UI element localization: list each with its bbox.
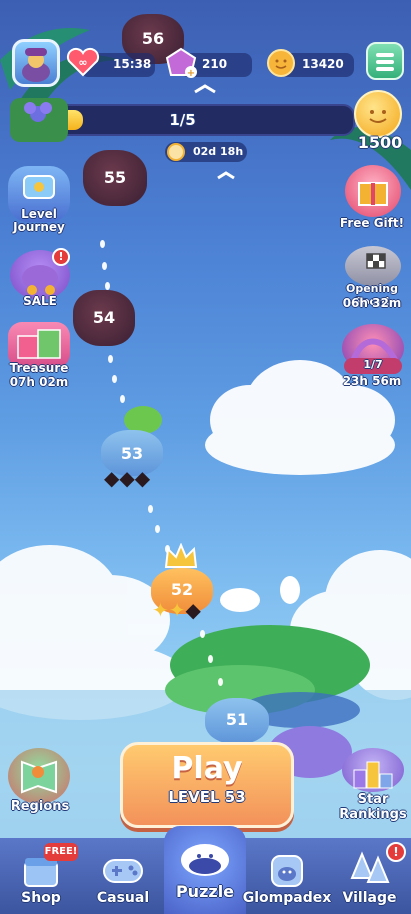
podium-icon (353, 761, 393, 789)
free-gift-label: Free Gift! (339, 216, 405, 230)
heart-infinity-icon: ∞ (66, 47, 100, 77)
menu-icon (376, 53, 394, 57)
avatar-icon (22, 48, 50, 82)
path-dot (200, 630, 205, 638)
gift-icon (358, 182, 388, 206)
regions-label: Regions (10, 799, 70, 814)
path-dot (148, 505, 153, 513)
treasure-chest-icon (23, 175, 55, 199)
path-dot (120, 395, 125, 403)
level-node-55[interactable]: 55 (83, 150, 147, 206)
sale-label: SALE (23, 294, 57, 308)
level-journey-label: Level Journey (13, 207, 65, 234)
checkered-flag-icon (366, 253, 386, 269)
path-dot (102, 262, 107, 270)
play-button[interactable]: Play LEVEL 53 (120, 742, 294, 828)
menu-button[interactable] (366, 42, 404, 80)
event-timer: 02d 18h (165, 142, 247, 162)
play-label: Play (171, 751, 243, 786)
clock-icon (167, 143, 185, 161)
path-dot (100, 240, 105, 248)
svg-text:+: + (187, 68, 195, 79)
path-dot (218, 678, 223, 686)
event-flower-icon (10, 98, 68, 142)
puzzle-blob-icon (181, 844, 229, 876)
nav-glompadex[interactable]: Glompadex (243, 838, 331, 914)
opening-soon-timer: 06h 32m (342, 296, 402, 310)
star-rankings-button[interactable] (342, 748, 404, 792)
empty-stars-icon: ◆◆◆ (104, 466, 151, 490)
treasure-label: Treasure (9, 361, 69, 375)
lives-timer: 15:38 (113, 57, 152, 71)
player-avatar[interactable] (12, 39, 60, 87)
crown-icon (164, 542, 198, 569)
path-dot (108, 355, 113, 363)
reward-amount: 1500 (357, 133, 403, 152)
regions-button[interactable] (8, 748, 70, 804)
sale-alert-badge: ! (52, 248, 70, 266)
path-dot (112, 375, 117, 383)
coins-count: 13420 (302, 57, 344, 71)
gems-count: 210 (202, 57, 228, 71)
svg-text:∞: ∞ (78, 56, 87, 69)
gem-icon: + (164, 46, 198, 80)
star-rankings-label: Star Rankings (339, 792, 407, 822)
free-gift-button[interactable] (345, 165, 401, 217)
event-progress-pill: 1/7 (344, 358, 402, 374)
nav-puzzle[interactable]: Puzzle (164, 826, 246, 914)
path-dot (208, 655, 213, 663)
gamepad-icon (103, 859, 143, 883)
level-node-51[interactable]: 51 (205, 698, 269, 744)
level-number: 51 (225, 710, 249, 729)
level-number: 54 (92, 308, 116, 327)
trees-icon (350, 851, 390, 883)
level-number: 52 (170, 580, 194, 599)
game-map: 56 15:38 ∞ 210 + 13420 1/5 1500 02d 18h … (0, 0, 411, 914)
opening-soon-button[interactable] (345, 246, 401, 286)
play-level-label: LEVEL 53 (168, 788, 246, 806)
nav-casual[interactable]: Casual (82, 838, 164, 914)
reward-coin-icon (354, 90, 402, 138)
path-dot (155, 525, 160, 533)
village-alert-badge: ! (386, 842, 406, 862)
map-icon (21, 760, 57, 794)
event-timer-label: 23h 56m (342, 374, 402, 388)
level-number: 53 (120, 444, 144, 463)
stars-icon: ✦✦◆ (152, 598, 201, 622)
treasure-timer: 07h 02m (9, 375, 69, 389)
glompadex-icon (271, 855, 303, 887)
path-dot (105, 282, 110, 290)
level-number: 55 (103, 168, 127, 187)
coin-icon (266, 48, 296, 78)
shop-free-badge: FREE! (44, 843, 78, 861)
